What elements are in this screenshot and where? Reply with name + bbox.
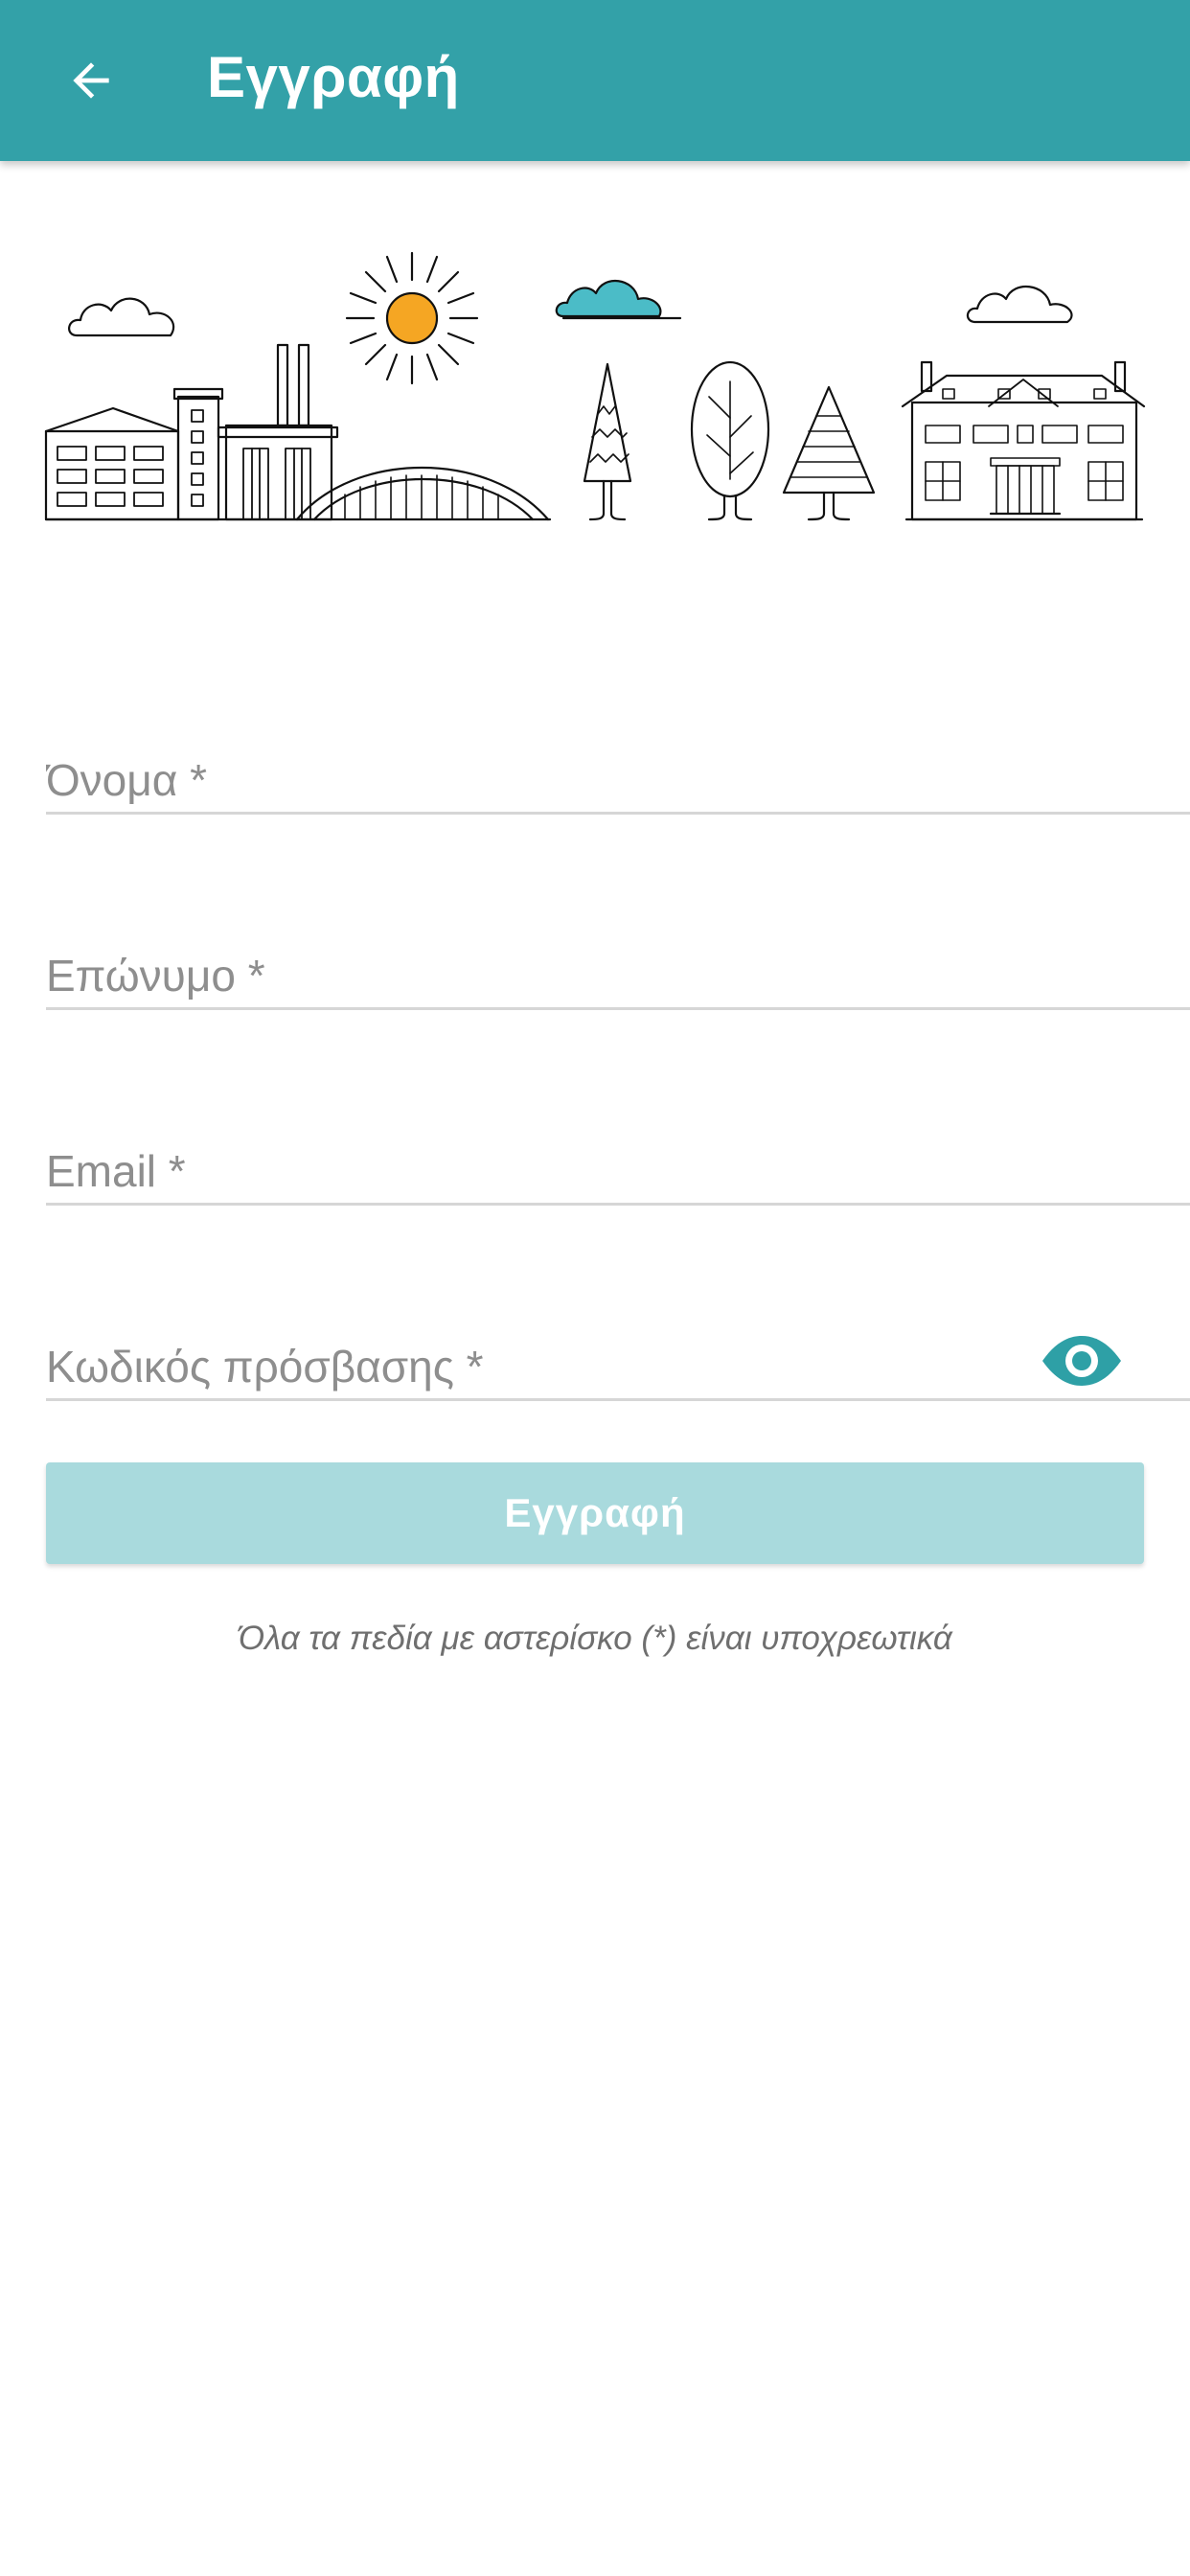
page-title: Εγγραφή [207,45,460,109]
city-nature-illustration [44,251,1146,521]
last-name-input[interactable] [46,905,1190,1007]
factory-icon [44,343,339,521]
mansion-icon [901,360,1146,521]
password-field[interactable] [46,1296,1190,1401]
tree-icon [690,360,770,521]
eye-icon [1042,1336,1121,1386]
first-name-field[interactable] [46,709,1190,815]
app-bar: Εγγραφή [0,0,1190,161]
bridge-icon [295,467,550,521]
first-name-input[interactable] [46,709,1190,812]
sun-icon [345,251,479,385]
cloud-icon [966,285,1073,324]
tree-icon [583,362,632,521]
back-button[interactable] [50,42,132,119]
last-name-field[interactable] [46,905,1190,1010]
cloud-icon [68,297,175,337]
password-visibility-toggle[interactable] [1041,1334,1123,1388]
required-fields-note: Όλα τα πεδία με αστερίσκο (*) είναι υποχ… [238,1620,952,1657]
tree-icon [782,385,876,521]
arrow-back-icon [73,62,109,99]
email-field[interactable] [46,1100,1190,1206]
password-input[interactable] [46,1296,1190,1398]
register-button[interactable]: Εγγραφή [46,1462,1144,1564]
email-input[interactable] [46,1100,1190,1203]
cloud-icon [555,279,662,318]
